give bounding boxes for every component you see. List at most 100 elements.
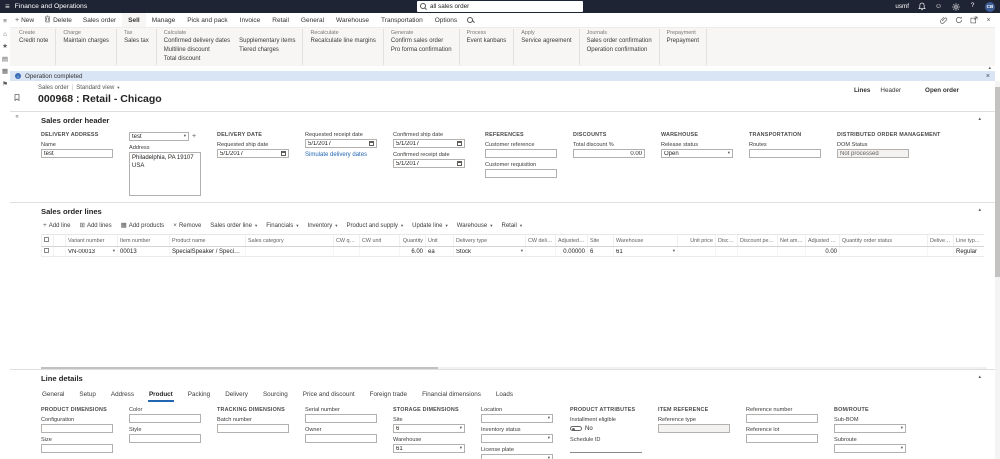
update-line-menu[interactable]: Update line: [412, 223, 448, 229]
user-avatar[interactable]: CB: [985, 1, 995, 12]
add-products-button[interactable]: Add products: [121, 223, 164, 230]
tab-sales-order[interactable]: Sales order: [77, 13, 122, 27]
column-header[interactable]: Discount: [715, 234, 738, 247]
style-input[interactable]: [129, 434, 201, 443]
inventory-status-select[interactable]: [481, 434, 553, 443]
select-all-checkbox[interactable]: [44, 237, 49, 242]
detail-tab-delivery[interactable]: Delivery: [224, 390, 249, 402]
delivery-type-cell[interactable]: Stock: [453, 246, 526, 257]
open-in-new-window-icon[interactable]: [969, 16, 978, 25]
tab-transportation[interactable]: Transportation: [375, 13, 429, 27]
tab-manage[interactable]: Manage: [146, 13, 182, 27]
location-select[interactable]: [481, 414, 553, 423]
cw-quantity-cell[interactable]: [333, 246, 360, 257]
view-selector[interactable]: Standard view: [76, 85, 114, 91]
simulate-delivery-dates-link[interactable]: Simulate delivery dates: [305, 152, 377, 158]
row-checkbox[interactable]: [44, 248, 49, 253]
detail-tab-financial-dimensions[interactable]: Financial dimensions: [421, 390, 482, 402]
variant-number-cell[interactable]: VN-00013: [65, 246, 118, 257]
address-textarea[interactable]: Philadelphia, PA 19107 USA: [129, 152, 201, 196]
collapse-ribbon-icon[interactable]: [988, 66, 991, 71]
retail-menu[interactable]: Retail: [501, 223, 522, 229]
discount-cell[interactable]: [715, 246, 738, 257]
column-header[interactable]: Quantity order status: [839, 234, 928, 247]
unit-price-cell[interactable]: [677, 246, 716, 257]
confirm-sales-order-button[interactable]: Confirm sales order: [391, 38, 452, 45]
cw-unit-cell[interactable]: [359, 246, 400, 257]
adjusted-unit-cell[interactable]: 0.00000: [555, 246, 588, 257]
tab-options[interactable]: Options: [429, 13, 463, 27]
breadcrumb-entity[interactable]: Sales order: [38, 85, 69, 91]
inventory-menu[interactable]: Inventory: [308, 223, 338, 229]
configuration-input[interactable]: [41, 424, 113, 433]
section-title[interactable]: Sales order header: [10, 112, 995, 125]
row-select-cell[interactable]: [41, 246, 54, 257]
column-header[interactable]: Line typ...: [953, 234, 984, 247]
detail-tab-general[interactable]: General: [41, 390, 65, 402]
license-plate-select[interactable]: [481, 454, 553, 459]
feedback-icon[interactable]: [934, 2, 943, 11]
sales-order-confirmation-button[interactable]: Sales order confirmation: [587, 38, 652, 45]
header-view-button[interactable]: Header: [880, 87, 901, 94]
quantity-cell[interactable]: 6.00: [399, 246, 426, 257]
nav-modules-icon[interactable]: [2, 82, 8, 89]
settings-gear-icon[interactable]: [951, 2, 960, 11]
column-header[interactable]: Quantity: [399, 234, 426, 247]
tab-warehouse[interactable]: Warehouse: [330, 13, 375, 27]
tab-pick-and-pack[interactable]: Pick and pack: [181, 13, 233, 27]
detail-tab-setup[interactable]: Setup: [78, 390, 96, 402]
routes-input[interactable]: [749, 149, 821, 158]
column-header[interactable]: Unit: [425, 234, 454, 247]
tab-sell[interactable]: Sell: [122, 13, 146, 27]
prepayment-button[interactable]: Prepayment: [667, 38, 699, 45]
supplementary-items-button[interactable]: Supplementary items: [239, 38, 295, 45]
column-header[interactable]: Net amount: [777, 234, 806, 247]
column-header[interactable]: Unit price: [677, 234, 716, 247]
sales-line-row[interactable]: VN-00013 00013 SpecialSpeaker / SpecialS…: [41, 246, 984, 257]
reference-number-input[interactable]: [746, 414, 818, 423]
column-header[interactable]: Item number: [117, 234, 170, 247]
column-header[interactable]: Site: [587, 234, 614, 247]
vertical-scrollbar[interactable]: [995, 81, 1000, 459]
financials-menu[interactable]: Financials: [266, 223, 298, 229]
lines-view-button[interactable]: Lines: [854, 87, 870, 94]
detail-tab-loads[interactable]: Loads: [495, 390, 514, 402]
recalculate-line-margins-button[interactable]: Recalculate line margins: [310, 38, 375, 45]
calendar-icon[interactable]: [457, 161, 462, 166]
hamburger-menu-icon[interactable]: [5, 3, 10, 11]
confirmed-receipt-date-input[interactable]: 5/1/2017: [393, 159, 465, 168]
owner-input[interactable]: [305, 434, 377, 443]
service-agreement-button[interactable]: Service agreement: [521, 38, 571, 45]
sales-category-cell[interactable]: [245, 246, 334, 257]
warehouse-menu[interactable]: Warehouse: [457, 223, 493, 229]
confirmed-delivery-dates-button[interactable]: Confirmed delivery dates: [164, 38, 230, 45]
item-number-cell[interactable]: 00013: [117, 246, 170, 257]
deliver-remainder-cell[interactable]: [927, 246, 954, 257]
quantity-order-status-cell[interactable]: [839, 246, 928, 257]
delivery-address-select[interactable]: test: [129, 132, 189, 141]
attachments-icon[interactable]: [939, 16, 948, 25]
select-all-header[interactable]: [41, 234, 54, 247]
detail-tab-foreign-trade[interactable]: Foreign trade: [369, 390, 408, 402]
detail-tab-sourcing[interactable]: Sourcing: [262, 390, 289, 402]
column-header[interactable]: Variant number: [65, 234, 118, 247]
tab-general[interactable]: General: [295, 13, 330, 27]
column-header[interactable]: CW quantity: [333, 234, 360, 247]
nav-home-icon[interactable]: [3, 32, 7, 39]
action-search-icon[interactable]: [467, 16, 474, 24]
nav-favorites-icon[interactable]: [2, 44, 8, 51]
net-amount-cell[interactable]: [777, 246, 806, 257]
discount-percent-cell[interactable]: [737, 246, 778, 257]
customer-requisition-input[interactable]: [485, 169, 557, 178]
total-discount-button[interactable]: Total discount: [164, 56, 230, 63]
delete-button[interactable]: Delete: [39, 13, 77, 27]
site-select[interactable]: 6: [393, 424, 465, 433]
new-button[interactable]: New: [10, 13, 39, 27]
subroute-select[interactable]: [834, 444, 906, 453]
column-header[interactable]: Adjusted net a...: [805, 234, 840, 247]
close-form-icon[interactable]: [984, 16, 993, 25]
cw-deliver-now-cell[interactable]: [525, 246, 556, 257]
schedule-id-input[interactable]: [570, 444, 642, 453]
section-title[interactable]: Line details: [10, 370, 995, 383]
total-discount-input[interactable]: 0.00: [573, 149, 645, 158]
